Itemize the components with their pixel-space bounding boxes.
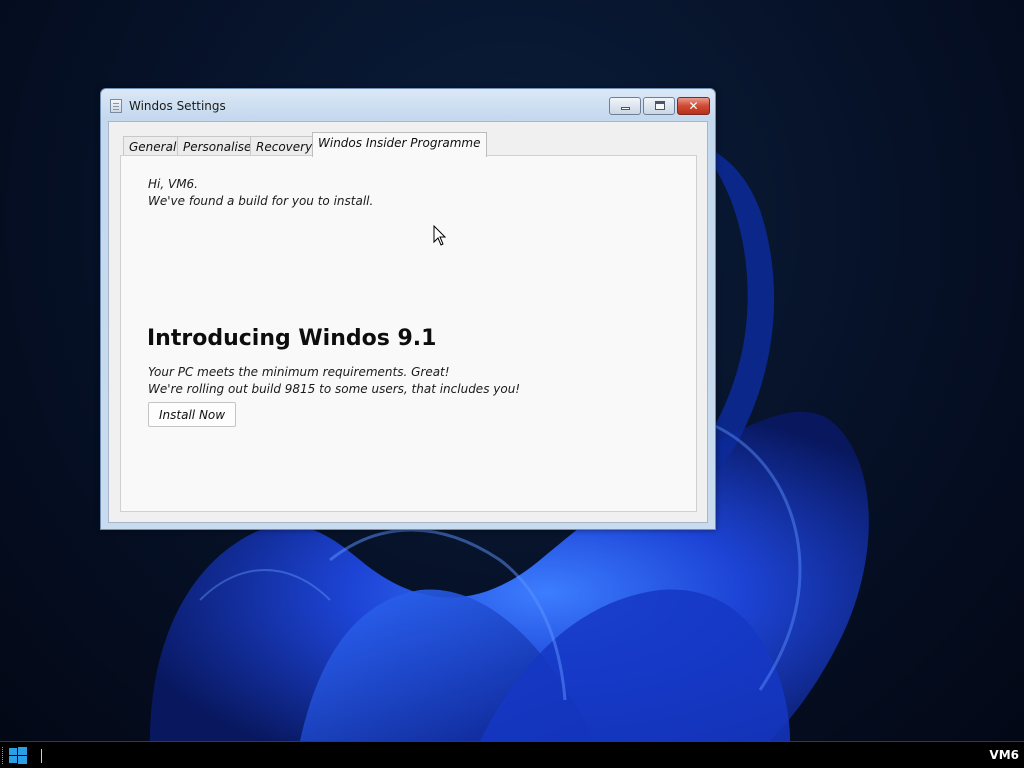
taskbar-user-label[interactable]: VM6 bbox=[989, 748, 1019, 762]
close-icon: ✕ bbox=[688, 99, 699, 113]
build-found-text: We've found a build for you to install. bbox=[148, 194, 374, 208]
window-title: Windos Settings bbox=[129, 99, 226, 113]
settings-app-icon bbox=[110, 99, 122, 113]
insider-programme-panel: Hi, VM6. We've found a build for you to … bbox=[120, 155, 697, 512]
install-now-button[interactable]: Install Now bbox=[148, 402, 237, 427]
mouse-pointer-icon bbox=[433, 225, 447, 246]
minimize-icon bbox=[621, 107, 630, 110]
minimize-button[interactable] bbox=[609, 97, 641, 115]
tab-general[interactable]: General bbox=[123, 136, 183, 156]
close-button[interactable]: ✕ bbox=[677, 97, 710, 115]
greeting-text: Hi, VM6. bbox=[148, 177, 198, 191]
window-client-area: General Personalise Recovery Windos Insi… bbox=[108, 121, 708, 523]
requirements-text: Your PC meets the minimum requirements. … bbox=[148, 365, 450, 379]
taskbar-separator bbox=[41, 749, 42, 763]
tab-personalise[interactable]: Personalise bbox=[177, 136, 258, 156]
windows-logo-icon[interactable] bbox=[9, 747, 27, 764]
taskbar-grip[interactable] bbox=[2, 747, 6, 764]
desktop: Windos Settings ✕ General Personalise Re… bbox=[0, 0, 1024, 741]
build-headline: Introducing Windos 9.1 bbox=[147, 326, 437, 351]
title-bar[interactable]: Windos Settings ✕ bbox=[101, 89, 715, 121]
taskbar: VM6 bbox=[0, 741, 1024, 768]
maximize-icon bbox=[655, 101, 665, 110]
tab-recovery[interactable]: Recovery bbox=[250, 136, 319, 156]
settings-window: Windos Settings ✕ General Personalise Re… bbox=[100, 88, 716, 530]
tab-windos-insider-programme[interactable]: Windos Insider Programme bbox=[312, 132, 487, 157]
maximize-button[interactable] bbox=[643, 97, 675, 115]
rollout-text: We're rolling out build 9815 to some use… bbox=[148, 382, 521, 396]
